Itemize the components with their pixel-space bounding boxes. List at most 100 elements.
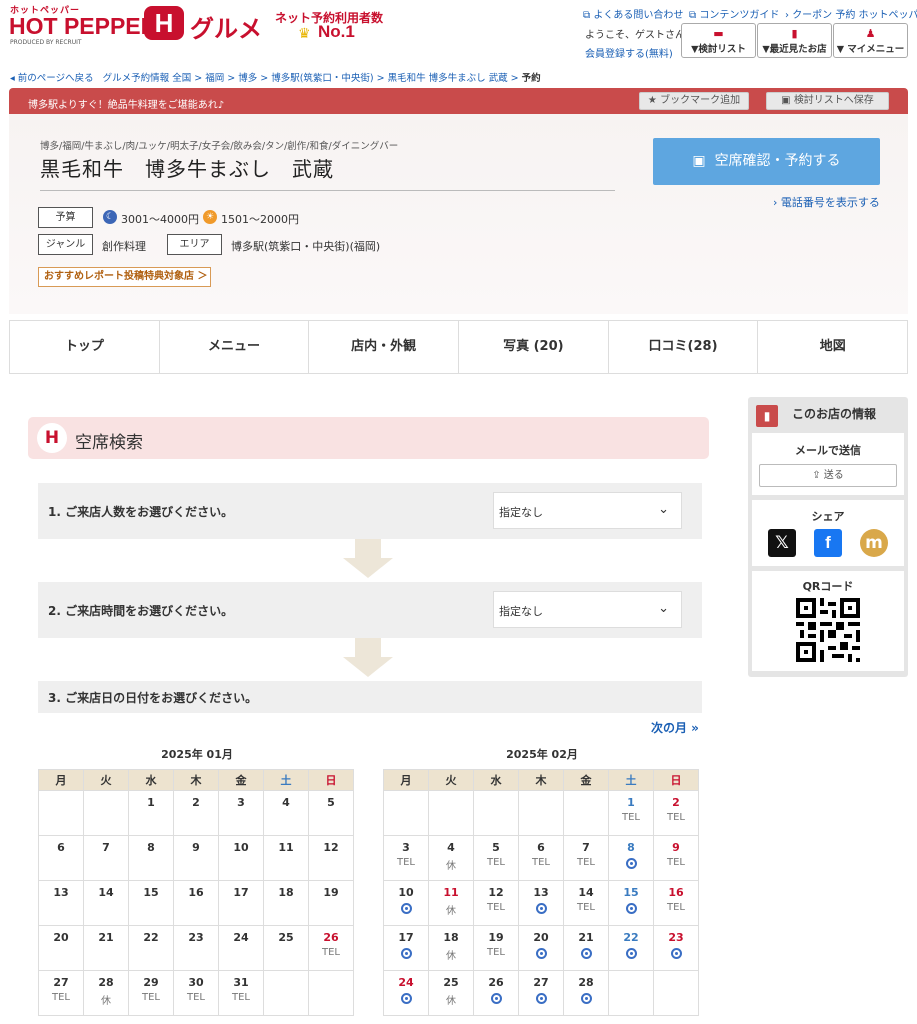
calendar-day[interactable]: 10: [383, 880, 429, 926]
calendar-week: 1 2 3 4 5: [38, 790, 354, 836]
day-number: 16: [668, 886, 684, 899]
weekday-header: 月火水木金土日: [383, 769, 699, 791]
my-menu-button[interactable]: ♟ ▼ マイメニュー: [833, 23, 908, 58]
calendar-day[interactable]: 26: [473, 970, 519, 1016]
tab-top[interactable]: トップ: [10, 321, 160, 373]
available-circle-icon[interactable]: [625, 948, 637, 959]
calendar-day: 16: [173, 880, 219, 926]
available-circle-icon[interactable]: [535, 903, 547, 914]
weekday-label: 土: [263, 769, 309, 791]
day-number: 28: [578, 976, 594, 989]
content-guide-link[interactable]: ⧉ コンテンツガイド: [689, 6, 779, 21]
fork-knife-logo-icon[interactable]: H: [144, 6, 184, 40]
calendar-day[interactable]: 27 TEL: [38, 970, 84, 1016]
report-badge[interactable]: おすすめレポート投稿特典対象店 ＞: [38, 267, 211, 287]
calendar-day[interactable]: 16 TEL: [653, 880, 699, 926]
day-number: 7: [102, 841, 110, 854]
mixi-share-icon[interactable]: m: [860, 529, 888, 557]
calendar-day[interactable]: 22: [608, 925, 654, 971]
calendar-day: 5: [308, 790, 354, 836]
day-status: TEL: [622, 812, 640, 823]
calendar-day[interactable]: 17: [383, 925, 429, 971]
day-number: 26: [488, 976, 504, 989]
calendar-day[interactable]: 15: [608, 880, 654, 926]
available-circle-icon[interactable]: [400, 948, 412, 959]
available-circle-icon[interactable]: [490, 993, 502, 1004]
mail-title: メールで送信: [795, 444, 861, 457]
day-number: 12: [323, 841, 339, 854]
day-number: 23: [188, 931, 204, 944]
calendar-day[interactable]: 3 TEL: [383, 835, 429, 881]
day-status: 休: [446, 951, 456, 962]
available-circle-icon[interactable]: [625, 903, 637, 914]
next-month-link[interactable]: 次の月 »: [651, 719, 699, 736]
calendar-day[interactable]: 30 TEL: [173, 970, 219, 1016]
calendar-day[interactable]: 9 TEL: [653, 835, 699, 881]
logo-hotpepper[interactable]: HOT PEPPER: [9, 13, 157, 40]
flag-icon: ▮: [791, 27, 798, 40]
calendar-week: 3 TEL 4 休 5 TEL 6 TEL 7 TEL 8 9 TEL: [383, 835, 699, 881]
calendar-day: 8: [128, 835, 174, 881]
tab-photos[interactable]: 写真 (20): [459, 321, 609, 373]
calendar-day[interactable]: 29 TEL: [128, 970, 174, 1016]
moon-icon: ☾: [103, 210, 117, 224]
calendar-day[interactable]: 23: [653, 925, 699, 971]
calendar-day[interactable]: 24: [383, 970, 429, 1016]
breadcrumb-path[interactable]: グルメ予約情報 全国 > 福岡 > 博多 > 博多駅(筑紫口・中央街) > 黒毛…: [103, 73, 519, 84]
recent-shops-button[interactable]: ▮ ▼最近見たお店: [757, 23, 832, 58]
coupon-link[interactable]: › クーポン 予約 ホットペッパー: [785, 6, 917, 21]
available-circle-icon[interactable]: [400, 993, 412, 1004]
register-link[interactable]: 会員登録する(無料): [585, 45, 673, 60]
time-select[interactable]: 指定なし ⌄: [493, 591, 682, 628]
faq-link[interactable]: ⧉ よくある問い合わせ: [583, 6, 683, 21]
available-circle-icon[interactable]: [625, 858, 637, 869]
calendar-day[interactable]: 13: [518, 880, 564, 926]
available-circle-icon[interactable]: [535, 993, 547, 1004]
calendar-day: 22: [128, 925, 174, 971]
calendar-day[interactable]: 6 TEL: [518, 835, 564, 881]
calendar-day[interactable]: 14 TEL: [563, 880, 609, 926]
facebook-share-icon[interactable]: f: [814, 529, 842, 557]
calendar-day[interactable]: 31 TEL: [218, 970, 264, 1016]
people-select[interactable]: 指定なし ⌄: [493, 492, 682, 529]
available-circle-icon[interactable]: [580, 993, 592, 1004]
send-button[interactable]: ⇪ 送る: [759, 464, 897, 487]
calendar-day[interactable]: 27: [518, 970, 564, 1016]
available-circle-icon[interactable]: [400, 903, 412, 914]
calendar-day[interactable]: 7 TEL: [563, 835, 609, 881]
x-share-icon[interactable]: 𝕏: [768, 529, 796, 557]
calendar-day[interactable]: 20: [518, 925, 564, 971]
catch-text: 博多駅よりすぐ！絶品牛料理をご堪能あれ♪: [28, 100, 225, 111]
day-status: 休: [101, 996, 111, 1007]
available-circle-icon[interactable]: [580, 948, 592, 959]
day-number: 28: [98, 976, 114, 989]
weekday-label: 月: [383, 769, 429, 791]
day-number: 27: [53, 976, 69, 989]
day-status: TEL: [667, 902, 685, 913]
day-number: 20: [53, 931, 69, 944]
back-link[interactable]: ◂ 前のページへ戻る: [10, 73, 94, 84]
show-phone-link[interactable]: › 電話番号を表示する: [773, 194, 880, 210]
calendar-day[interactable]: 2 TEL: [653, 790, 699, 836]
calendar-day[interactable]: 8: [608, 835, 654, 881]
tab-map[interactable]: 地図: [758, 321, 907, 373]
calendar-day[interactable]: 26 TEL: [308, 925, 354, 971]
bookmark-button[interactable]: ★ ブックマーク追加: [639, 92, 749, 110]
review-list-button[interactable]: ▬ ▼検討リスト: [681, 23, 756, 58]
calendar-day[interactable]: 28: [563, 970, 609, 1016]
save-list-button[interactable]: ▣ 検討リストへ保存: [766, 92, 889, 110]
reserve-button[interactable]: ▣ 空席確認・予約する: [653, 138, 880, 185]
available-circle-icon[interactable]: [535, 948, 547, 959]
calendar-day[interactable]: 19 TEL: [473, 925, 519, 971]
available-circle-icon[interactable]: [670, 948, 682, 959]
tab-menu[interactable]: メニュー: [160, 321, 310, 373]
calendar-day: 6: [38, 835, 84, 881]
tab-interior[interactable]: 店内・外観: [309, 321, 460, 373]
calendar-day[interactable]: 21: [563, 925, 609, 971]
calendar-day[interactable]: 5 TEL: [473, 835, 519, 881]
day-number: 23: [668, 931, 684, 944]
calendar-day[interactable]: 12 TEL: [473, 880, 519, 926]
calendar-day[interactable]: 1 TEL: [608, 790, 654, 836]
logo-gourmet[interactable]: グルメ: [190, 9, 262, 44]
tab-reviews[interactable]: 口コミ(28): [609, 321, 759, 373]
